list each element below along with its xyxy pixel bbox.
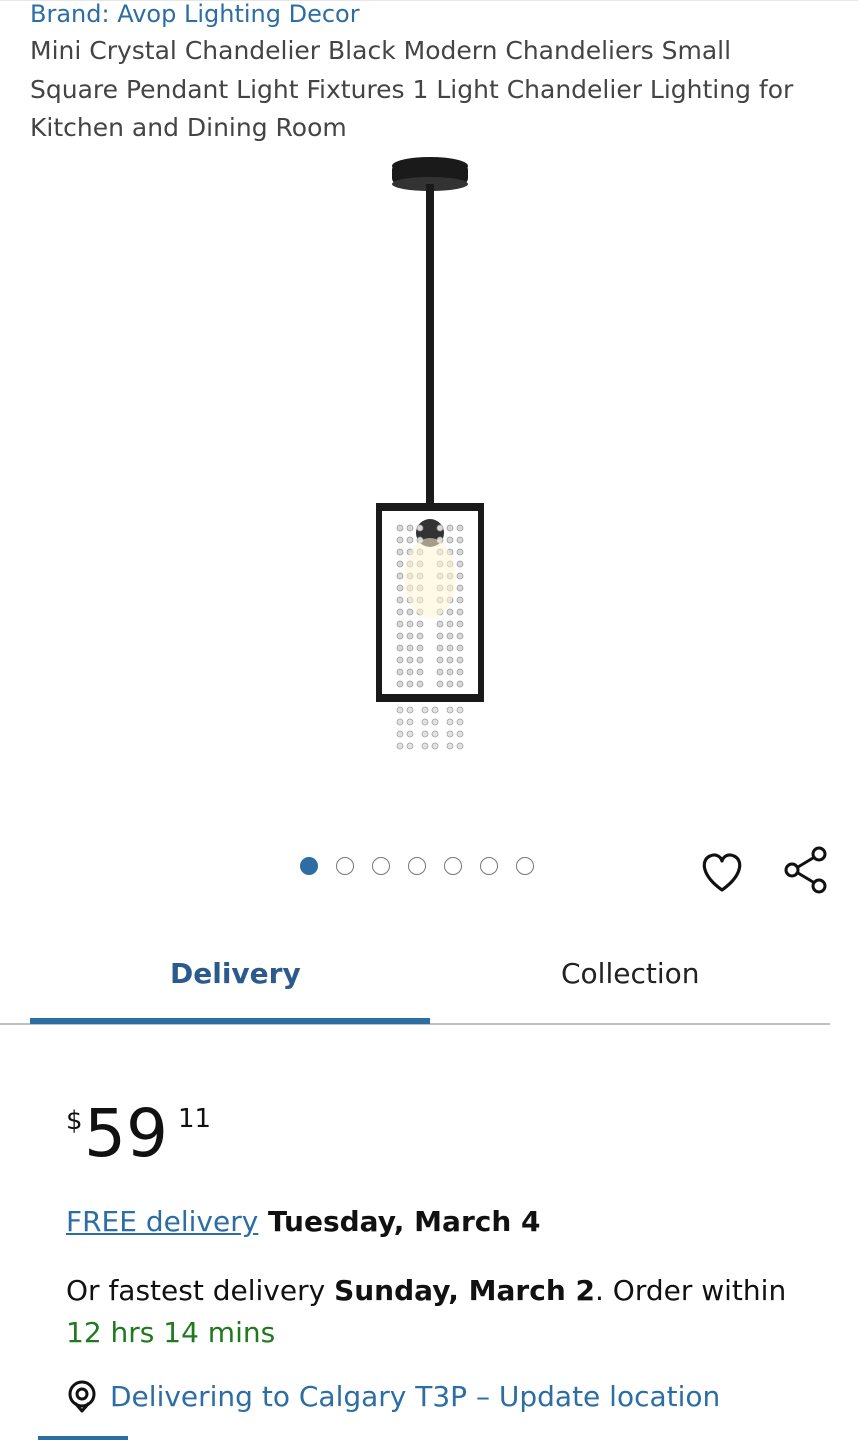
bottom-indicator (38, 1436, 128, 1440)
price-whole: 59 (84, 1095, 168, 1172)
carousel-dot[interactable] (444, 857, 462, 875)
delivery-location[interactable]: Delivering to Calgary T3P – Update locat… (66, 1379, 720, 1413)
fastest-prefix: Or fastest delivery (66, 1274, 335, 1307)
price-currency: $ (66, 1106, 83, 1136)
free-delivery-link[interactable]: FREE delivery (66, 1205, 258, 1238)
product-image[interactable] (0, 148, 858, 788)
fulfilment-tabs: Delivery Collection (0, 930, 858, 1026)
share-button[interactable] (781, 845, 831, 895)
carousel-dot-active[interactable] (300, 857, 318, 875)
wishlist-button[interactable] (697, 848, 747, 896)
order-within-text: . Order within (594, 1274, 787, 1307)
carousel-dot[interactable] (480, 857, 498, 875)
product-title: Mini Crystal Chandelier Black Modern Cha… (30, 36, 794, 142)
carousel-dot[interactable] (372, 857, 390, 875)
carousel-dot[interactable] (336, 857, 354, 875)
share-icon (784, 846, 827, 894)
brand-link[interactable]: Brand: Avop Lighting Decor (30, 0, 360, 28)
fastest-date: Sunday, March 2 (334, 1274, 595, 1307)
countdown: 12 hrs 14 mins (66, 1316, 276, 1349)
free-delivery-date: Tuesday, March 4 (258, 1205, 541, 1238)
active-tab-indicator (30, 1018, 430, 1024)
tab-collection[interactable]: Collection (561, 954, 700, 994)
carousel-dot[interactable] (516, 857, 534, 875)
price-fraction: 11 (178, 1104, 212, 1134)
location-pin-icon (68, 1380, 96, 1413)
free-delivery-line: FREE delivery Tuesday, March 4 (66, 1204, 541, 1240)
location-text[interactable]: Delivering to Calgary T3P – Update locat… (110, 1380, 720, 1413)
carousel-dot[interactable] (408, 857, 426, 875)
tab-delivery[interactable]: Delivery (170, 954, 301, 994)
fastest-delivery-line: Or fastest delivery Sunday, March 2. Ord… (66, 1270, 826, 1354)
heart-icon (702, 853, 742, 892)
carousel-dots (300, 857, 534, 875)
